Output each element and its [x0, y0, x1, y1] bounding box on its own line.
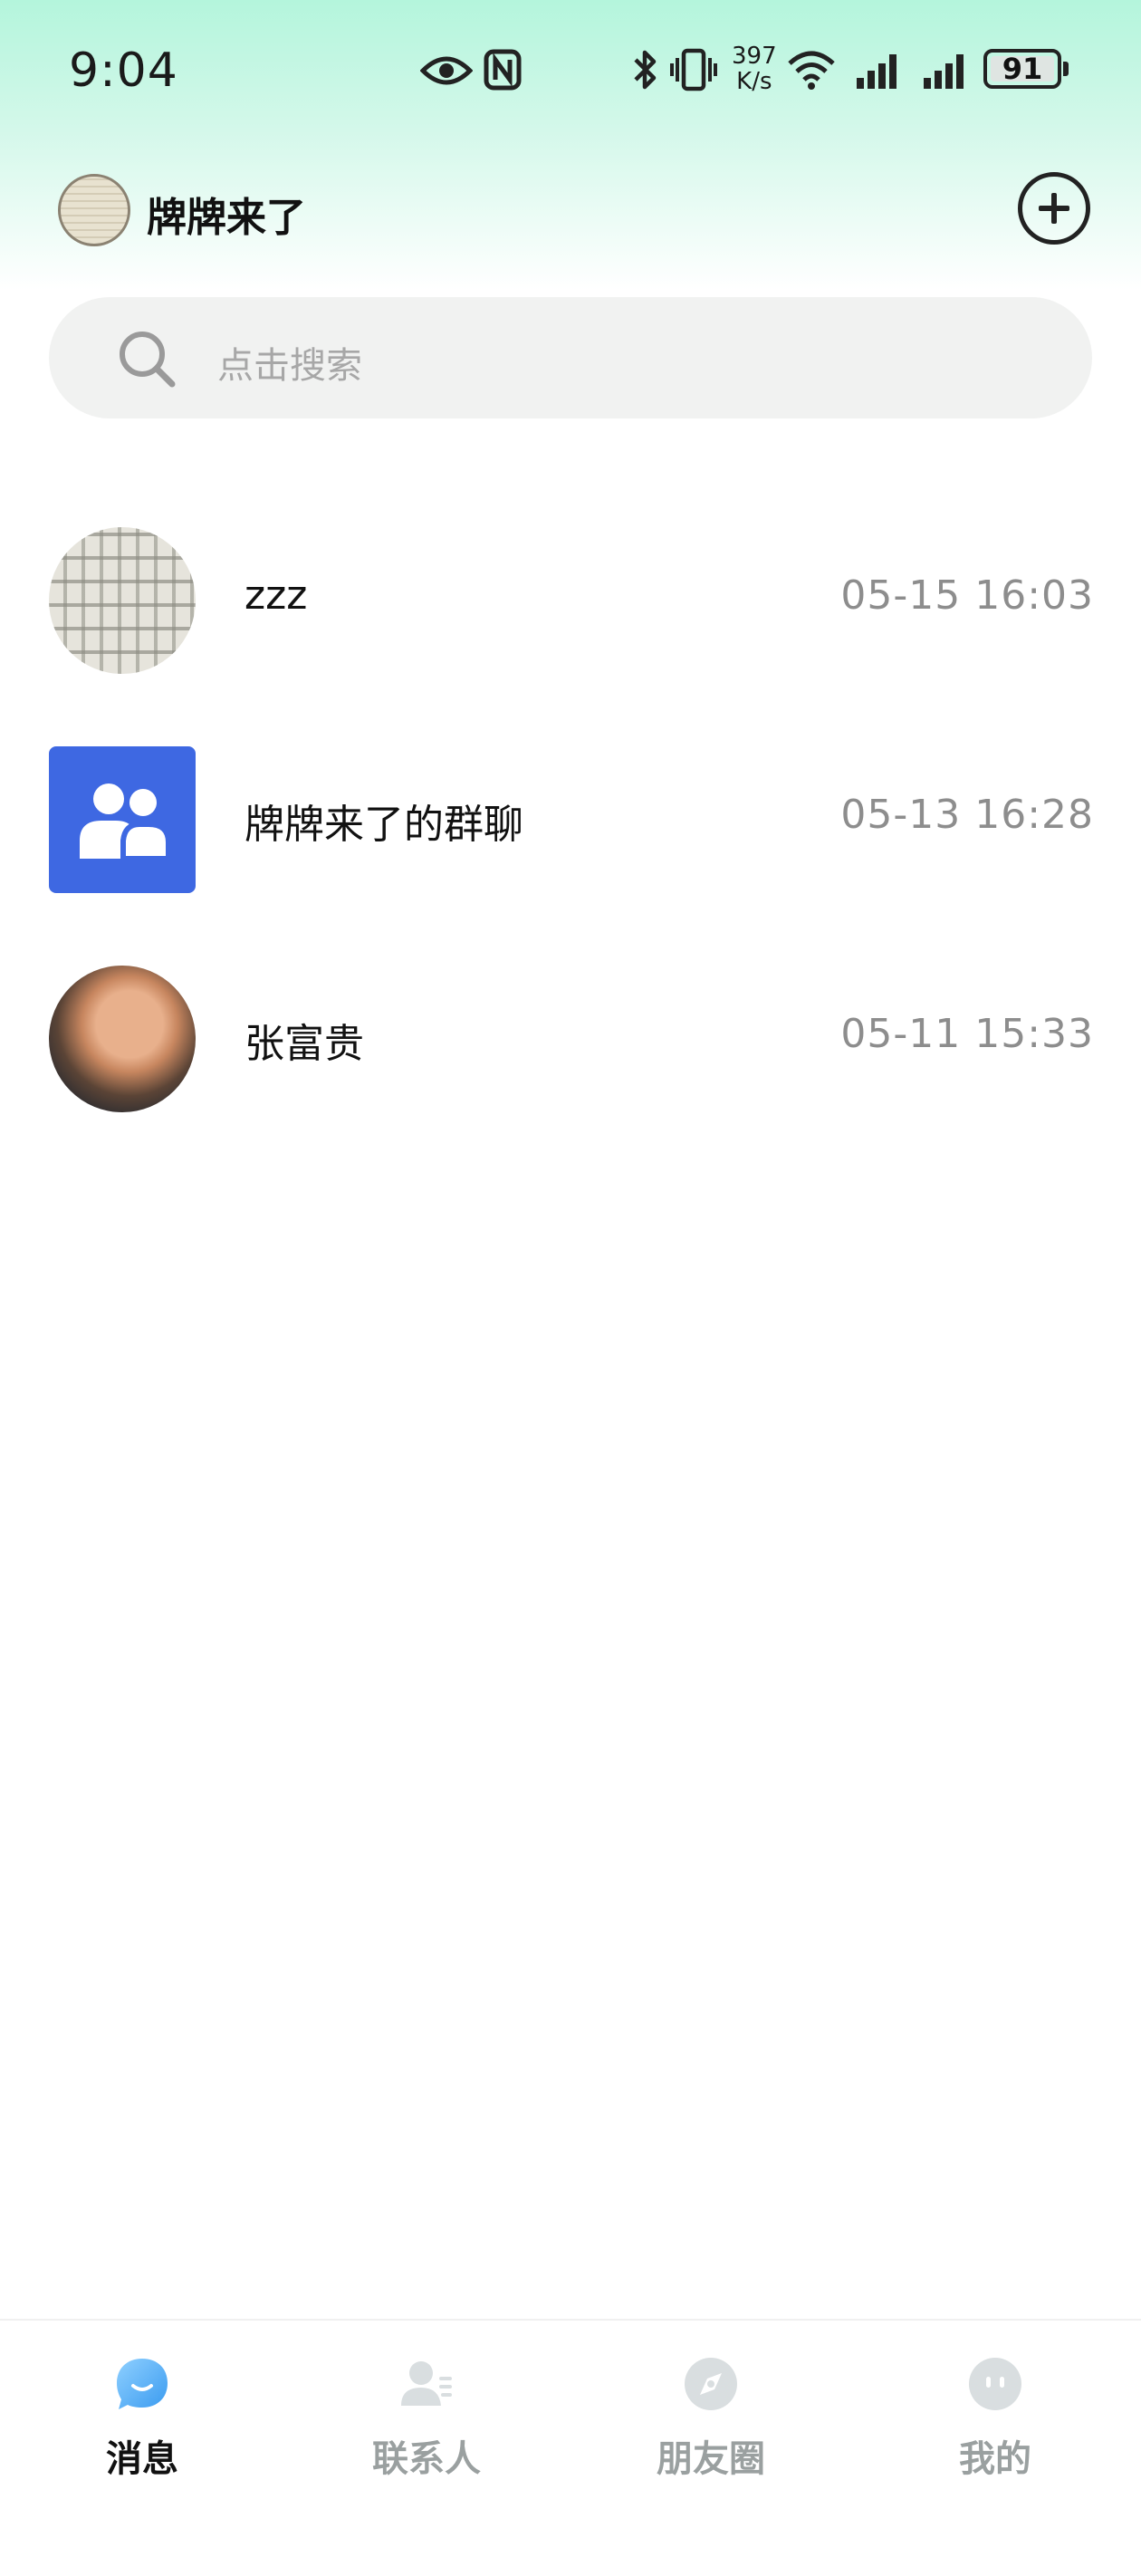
conversation-time: 05-11 15:33	[840, 1011, 1094, 1057]
group-icon	[80, 783, 171, 861]
wifi-icon	[788, 51, 835, 90]
conversation-avatar	[49, 527, 196, 674]
network-speed: 397 K/s	[732, 43, 777, 94]
signal-icon	[857, 54, 896, 89]
signal-icon	[924, 54, 964, 89]
search-icon	[120, 332, 176, 388]
conversation-list: zzz 05-15 16:03 牌牌来了的群聊 05-13 16:28 张富贵 …	[0, 507, 1141, 1165]
nav-messages[interactable]: 消息	[47, 2355, 237, 2518]
conversation-time: 05-15 16:03	[840, 572, 1094, 619]
status-time: 9:04	[69, 43, 178, 98]
eye-icon	[420, 56, 473, 85]
battery-icon: 91	[983, 49, 1061, 89]
bottom-navigation: 消息 联系人 朋友圈 我的	[0, 2319, 1141, 2576]
battery-nub	[1063, 62, 1069, 76]
nav-label: 朋友圈	[657, 2438, 765, 2480]
conversation-name: zzz	[244, 572, 308, 619]
app-header: 牌牌来了	[0, 163, 1141, 263]
battery-level: 91	[1002, 52, 1043, 86]
add-button[interactable]	[1018, 172, 1090, 245]
conversation-time: 05-13 16:28	[840, 792, 1094, 838]
conversation-avatar	[49, 746, 196, 893]
chat-bubble-icon	[117, 2359, 168, 2409]
network-speed-value: 397	[732, 43, 777, 70]
nav-profile[interactable]: 我的	[900, 2355, 1090, 2518]
nav-label: 我的	[959, 2438, 1031, 2480]
compass-icon	[685, 2358, 737, 2410]
conversation-name: 张富贵	[244, 1021, 364, 1067]
search-bar[interactable]: 点击搜索	[49, 297, 1092, 418]
keyboard-photo	[49, 527, 196, 674]
user-avatar[interactable]	[58, 174, 130, 246]
nav-contacts[interactable]: 联系人	[331, 2355, 522, 2518]
search-placeholder: 点击搜索	[217, 345, 362, 387]
nav-moments[interactable]: 朋友圈	[616, 2355, 806, 2518]
vibrate-icon	[670, 48, 717, 91]
conversation-avatar	[49, 966, 196, 1112]
page-title: 牌牌来了	[147, 195, 306, 241]
network-speed-unit: K/s	[736, 68, 772, 95]
bluetooth-icon	[634, 50, 657, 90]
nfc-icon	[484, 49, 522, 91]
conversation-name: 牌牌来了的群聊	[244, 802, 523, 848]
person-photo	[49, 966, 196, 1112]
profile-face-icon	[969, 2358, 1021, 2410]
conversation-item[interactable]: zzz 05-15 16:03	[0, 507, 1141, 726]
nav-label: 联系人	[372, 2438, 481, 2480]
contacts-icon	[401, 2361, 452, 2406]
nav-label: 消息	[106, 2438, 178, 2480]
status-bar: 9:04 397 K/s 91	[0, 0, 1141, 136]
conversation-item[interactable]: 牌牌来了的群聊 05-13 16:28	[0, 726, 1141, 946]
conversation-item[interactable]: 张富贵 05-11 15:33	[0, 946, 1141, 1165]
